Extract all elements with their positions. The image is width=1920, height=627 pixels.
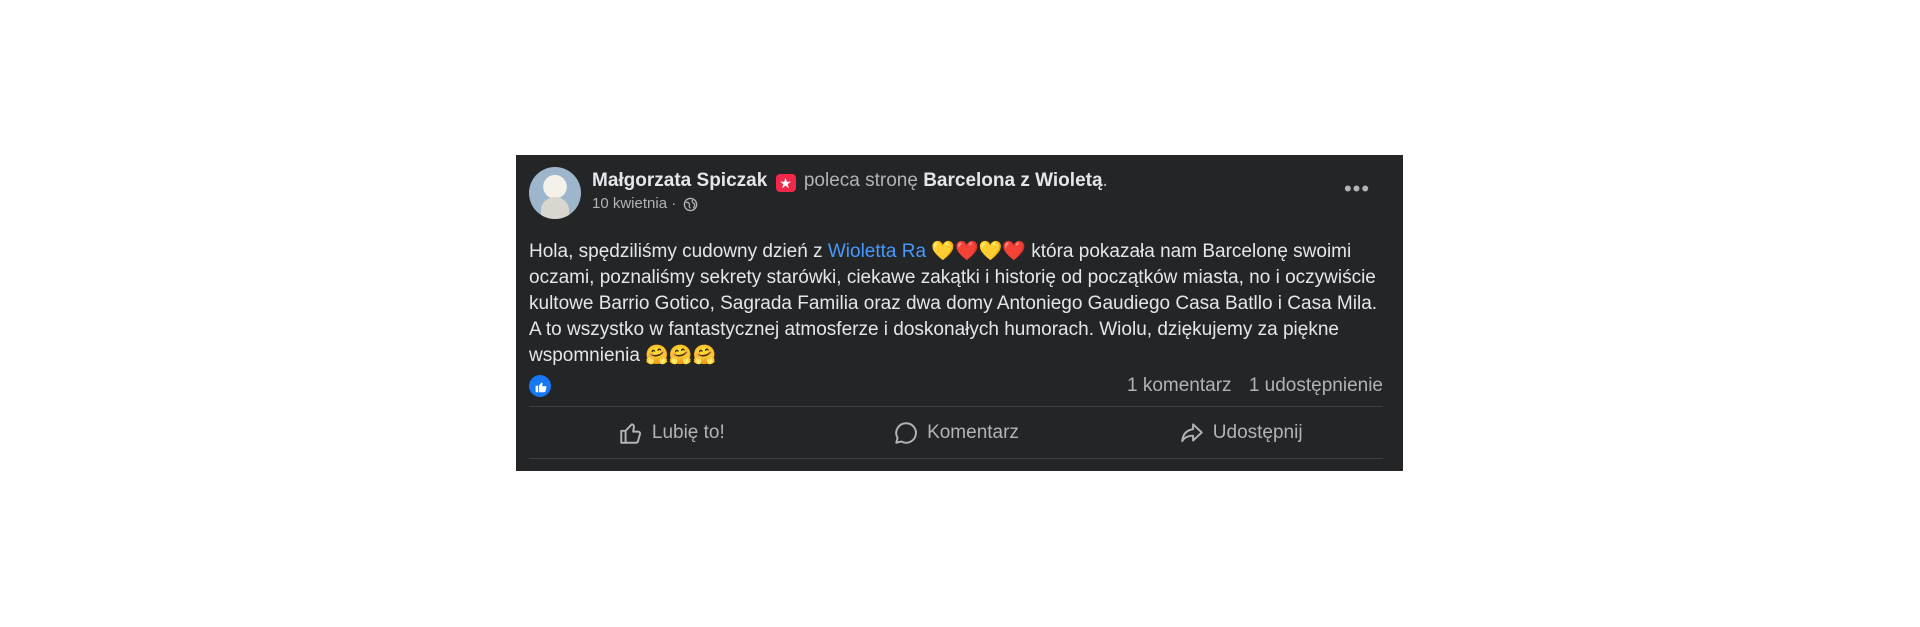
meta-separator: ·: [667, 195, 681, 212]
recommend-verb: poleca stronę: [803, 170, 924, 191]
like-reaction-icon[interactable]: [529, 375, 551, 397]
post-header-text: Małgorzata Spiczak ★ poleca stronę Barce…: [592, 169, 1108, 214]
author-name[interactable]: Małgorzata Spiczak: [592, 170, 767, 191]
author-avatar[interactable]: [529, 167, 581, 219]
thumbs-up-outline-icon: [620, 422, 641, 444]
divider-bottom: [529, 458, 1383, 459]
shares-count[interactable]: 1 udostępnienie: [1249, 375, 1383, 396]
post-title-line: Małgorzata Spiczak ★ poleca stronę Barce…: [592, 169, 1108, 193]
post-body: Hola, spędziliśmy cudowny dzień z Wiolet…: [529, 239, 1389, 369]
share-button[interactable]: Udostępnij: [1098, 420, 1383, 446]
recommend-star-icon: ★: [775, 174, 796, 192]
post-stats: 1 komentarz 1 udostępnienie: [529, 372, 1383, 400]
share-arrow-icon: [1181, 422, 1203, 442]
share-label: Udostępnij: [1212, 421, 1303, 443]
post-text-intro: Hola, spędziliśmy cudowny dzień z: [529, 241, 828, 262]
post-actions: Lubię to! Komentarz Udostępnij: [529, 407, 1383, 458]
comments-count[interactable]: 1 komentarz: [1127, 375, 1232, 396]
page-suffix: .: [1102, 170, 1108, 191]
hug-emojis: 🤗🤗🤗: [645, 345, 717, 366]
like-label: Lubię to!: [651, 421, 725, 443]
globe-icon: [684, 197, 698, 211]
like-button[interactable]: Lubię to!: [529, 420, 814, 446]
page-name-link[interactable]: Barcelona z Wioletą: [923, 170, 1102, 191]
comment-label: Komentarz: [927, 421, 1019, 443]
stats-counts: 1 komentarz 1 udostępnienie: [1115, 375, 1383, 397]
mention-link[interactable]: Wioletta Ra: [828, 241, 926, 262]
hearts-emojis: 💛❤️💛❤️: [926, 241, 1032, 262]
comment-bubble-icon: [895, 421, 917, 444]
post-date[interactable]: 10 kwietnia: [592, 194, 667, 214]
facebook-post: Małgorzata Spiczak ★ poleca stronę Barce…: [516, 155, 1403, 471]
comment-button[interactable]: Komentarz: [814, 420, 1099, 446]
post-meta: 10 kwietnia ·: [592, 194, 1108, 214]
post-header: Małgorzata Spiczak ★ poleca stronę Barce…: [529, 167, 1383, 223]
thumbs-up-icon: [535, 381, 546, 392]
more-options-icon[interactable]: •••: [1343, 178, 1371, 200]
